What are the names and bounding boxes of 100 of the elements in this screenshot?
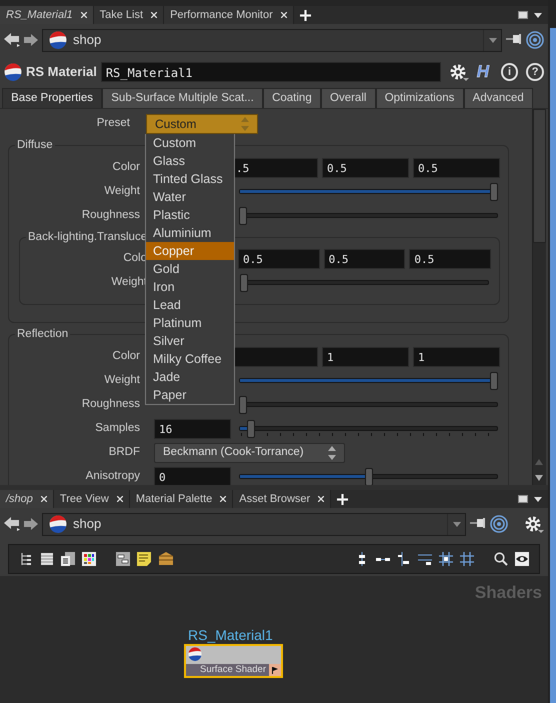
parameter-tab[interactable]: Advanced: [464, 88, 533, 108]
node-name[interactable]: RS_Material1: [188, 627, 273, 643]
close-icon[interactable]: [318, 496, 324, 502]
display-flag-button[interactable]: [269, 664, 281, 676]
node-name-field[interactable]: RS_Material1: [100, 62, 442, 82]
menu-item[interactable]: Gold: [146, 260, 234, 278]
parameter-tab[interactable]: Coating: [262, 88, 321, 108]
list-icon[interactable]: [40, 552, 54, 566]
menu-item[interactable]: Tinted Glass: [146, 170, 234, 188]
parameter-tab[interactable]: Base Properties: [2, 88, 102, 108]
pane-tab[interactable]: Asset Browser: [233, 490, 332, 508]
align-left-icon[interactable]: [397, 552, 411, 566]
help-button[interactable]: ?: [526, 63, 544, 81]
number-field[interactable]: 0.5: [409, 249, 491, 269]
menu-item[interactable]: Jade: [146, 368, 234, 386]
slider[interactable]: [239, 183, 498, 201]
close-icon[interactable]: [151, 12, 158, 18]
network-box-icon[interactable]: [116, 552, 130, 566]
parameter-tab[interactable]: Optimizations: [376, 88, 464, 108]
pin-icon[interactable]: [506, 33, 522, 47]
target-icon[interactable]: [490, 515, 508, 533]
add-tab-icon[interactable]: [337, 494, 348, 504]
slider[interactable]: [239, 396, 498, 414]
slider-handle[interactable]: [490, 372, 498, 390]
menu-item[interactable]: Platinum: [146, 314, 234, 332]
parameter-tab[interactable]: Overall: [320, 88, 376, 108]
maximize-icon[interactable]: [518, 495, 528, 503]
align-top-icon[interactable]: [418, 552, 432, 566]
menu-item[interactable]: Water: [146, 188, 234, 206]
slider[interactable]: [240, 274, 489, 292]
menu-item[interactable]: Plastic: [146, 206, 234, 224]
number-field[interactable]: 1: [322, 347, 409, 367]
menu-item[interactable]: Silver: [146, 332, 234, 350]
path-field[interactable]: shop: [42, 512, 466, 536]
forward-arrow-icon[interactable]: [24, 34, 38, 46]
menu-item[interactable]: Lead: [146, 296, 234, 314]
close-icon[interactable]: [280, 12, 287, 18]
pane-tab[interactable]: /shop: [0, 490, 54, 508]
scrollbar-thumb[interactable]: [533, 109, 546, 243]
asset-menu-button[interactable]: H: [473, 59, 493, 85]
menu-item[interactable]: Copper: [146, 242, 234, 260]
preset-dropdown[interactable]: Custom: [146, 114, 258, 134]
pane-menu-caret-icon[interactable]: [534, 496, 542, 502]
crate-icon[interactable]: [158, 552, 174, 566]
number-field[interactable]: 0.5: [322, 158, 409, 178]
dropdown-caret-icon[interactable]: [452, 522, 460, 526]
pane-menu-caret-icon[interactable]: [534, 12, 542, 18]
menu-item[interactable]: Paper: [146, 386, 234, 404]
parameter-tab[interactable]: Sub-Surface Multiple Scat...: [102, 88, 263, 108]
settings-icon[interactable]: [524, 515, 544, 533]
number-field[interactable]: 16: [154, 419, 231, 439]
table-icon[interactable]: [61, 552, 75, 566]
sticky-note-icon[interactable]: [137, 552, 151, 566]
close-icon[interactable]: [220, 496, 226, 502]
dropdown-caret-icon[interactable]: [488, 38, 496, 42]
color-grid-icon[interactable]: [82, 552, 96, 566]
grid-icon[interactable]: [460, 552, 474, 566]
search-icon[interactable]: [494, 552, 508, 566]
forward-arrow-icon[interactable]: [24, 518, 38, 530]
tree-icon[interactable]: [19, 552, 33, 566]
dropdown-menu-button[interactable]: Beckmann (Cook-Torrance): [154, 443, 345, 463]
close-icon[interactable]: [40, 496, 47, 502]
slider-handle[interactable]: [246, 420, 255, 438]
number-field[interactable]: 0.5: [238, 249, 320, 269]
slider-handle[interactable]: [239, 207, 247, 225]
menu-item[interactable]: Iron: [146, 278, 234, 296]
back-arrow-icon[interactable]: [4, 517, 20, 531]
close-icon[interactable]: [80, 12, 87, 18]
pane-tab[interactable]: Material Palette: [130, 490, 234, 508]
target-icon[interactable]: [526, 31, 544, 49]
pane-tab[interactable]: Performance Monitor: [164, 6, 294, 24]
close-icon[interactable]: [116, 496, 123, 502]
menu-item[interactable]: Custom: [146, 134, 234, 152]
slider-handle[interactable]: [240, 274, 248, 292]
settings-icon[interactable]: [449, 63, 470, 81]
pane-tab[interactable]: Take List: [94, 6, 164, 24]
info-button[interactable]: i: [500, 63, 518, 81]
slider[interactable]: [239, 372, 498, 390]
pane-tab[interactable]: Tree View: [54, 490, 130, 508]
number-field[interactable]: 0.5: [413, 158, 500, 178]
eye-icon[interactable]: [515, 552, 529, 566]
menu-item[interactable]: Milky Coffee: [146, 350, 234, 368]
maximize-icon[interactable]: [518, 11, 528, 19]
path-field[interactable]: shop: [42, 28, 502, 52]
slider-handle[interactable]: [239, 396, 247, 414]
back-arrow-icon[interactable]: [4, 33, 20, 47]
slider-handle[interactable]: [490, 183, 498, 201]
shader-node[interactable]: Surface Shader: [184, 644, 283, 678]
number-field[interactable]: 0: [154, 467, 231, 485]
number-field[interactable]: 0.5: [324, 249, 406, 269]
menu-item[interactable]: Glass: [146, 152, 234, 170]
slider[interactable]: [239, 420, 498, 438]
flag-icon: [272, 666, 278, 674]
slider[interactable]: [239, 207, 498, 225]
add-tab-icon[interactable]: [300, 10, 311, 20]
number-field[interactable]: 1: [413, 347, 500, 367]
pane-tab[interactable]: RS_Material1: [0, 6, 94, 24]
pin-icon[interactable]: [470, 517, 486, 531]
slider-handle[interactable]: [364, 468, 372, 485]
snap-grid-icon[interactable]: [439, 552, 453, 566]
